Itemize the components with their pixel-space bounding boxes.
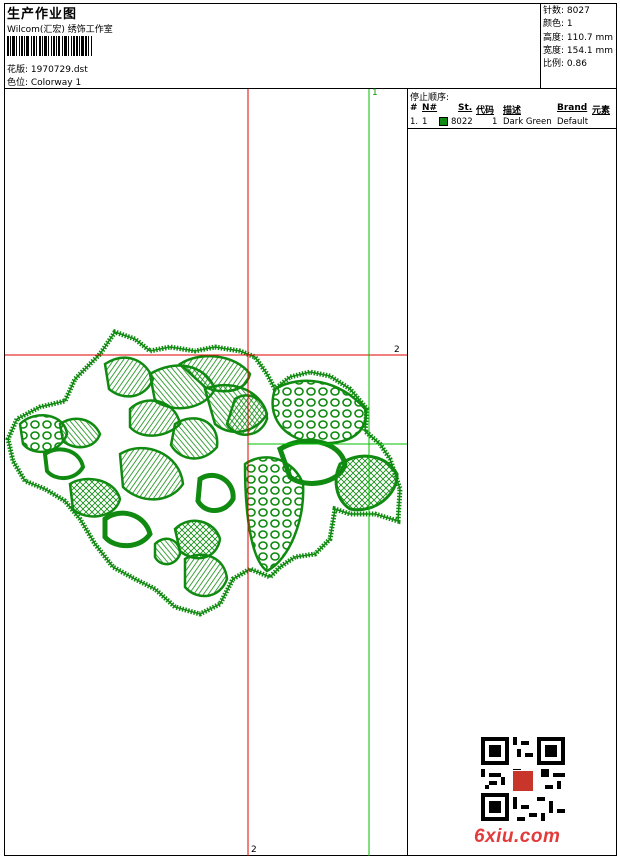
company-name: Wilcom(汇宏) 绣饰工作室	[7, 25, 113, 35]
page-title: 生产作业图	[7, 7, 78, 22]
design-scale: 比例: 0.86	[543, 59, 587, 70]
embroidery-design	[5, 89, 407, 856]
panel-rule	[408, 128, 617, 129]
guide-label-2-right: 2	[394, 345, 400, 355]
row-desc: Dark Green	[503, 117, 552, 127]
barcode-bar	[92, 36, 94, 56]
header-divider	[540, 3, 541, 88]
panel-divider	[407, 88, 408, 856]
col-num: #	[410, 103, 418, 113]
row-st: 1	[492, 117, 498, 127]
thread-color-swatch	[439, 117, 448, 126]
design-file-label: 花版: 1970729.dst	[7, 65, 88, 75]
row-brand: Default	[557, 117, 589, 127]
guide-label-2-bottom: 2	[251, 845, 257, 855]
col-st: St.	[458, 103, 473, 113]
guide-label-1: 1	[372, 88, 378, 98]
stop-sequence-header: # N# St. 代码 描述 Brand 元素	[410, 103, 616, 116]
watermark-logo: 6xiu.com	[474, 826, 561, 847]
row-num: 1.	[410, 117, 419, 127]
design-area: 1 2 2	[5, 88, 407, 856]
row-code: 8022	[451, 117, 473, 127]
col-code: 代码	[476, 106, 495, 116]
design-height: 高度: 110.7 mm	[543, 32, 614, 43]
color-count: 颜色: 1	[543, 19, 573, 30]
col-brand: Brand	[557, 103, 588, 113]
col-desc: 描述	[503, 106, 522, 116]
stitch-count: 针数: 8027	[543, 6, 590, 16]
colorway-label: 色位: Colorway 1	[7, 78, 82, 88]
design-width: 宽度: 154.1 mm	[543, 45, 614, 56]
col-no: N#	[422, 103, 438, 113]
barcode	[7, 36, 143, 56]
seal-stamp	[512, 770, 534, 792]
stop-sequence-title: 停止顺序:	[410, 93, 450, 103]
row-no: 1	[422, 117, 428, 127]
lace-motif	[5, 329, 403, 617]
design-stats: 针数: 8027 颜色: 1 高度: 110.7 mm 宽度: 154.1 mm…	[543, 5, 613, 71]
col-elem: 元素	[592, 106, 611, 116]
